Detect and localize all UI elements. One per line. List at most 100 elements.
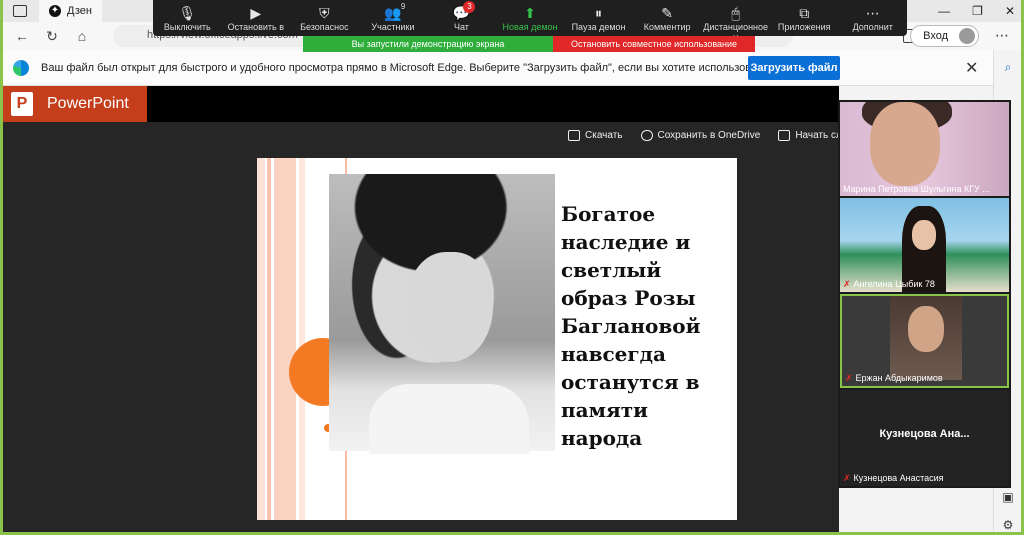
- participant-name-text: Ержан Абдыкаримов: [855, 373, 943, 383]
- participant-tile-active[interactable]: ✗ Ержан Абдыкаримов: [840, 294, 1009, 388]
- portrait-face: [407, 252, 493, 362]
- zoom-button-apps[interactable]: ⧉ Приложения: [770, 0, 839, 36]
- settings-icon[interactable]: ⚙: [1001, 518, 1015, 532]
- zoom-button-label: Дополнит: [852, 22, 893, 32]
- zoom-button-label: Остановить в: [227, 22, 285, 32]
- participant-name-text: Марина Петровна Шульгина КГУ ...: [843, 184, 990, 194]
- zoom-toolbar: 🎙 Выключить ▶ Остановить в ⛨ Безопаснос 👥 9 Учас…: [153, 0, 907, 42]
- tab-actions-icon[interactable]: [13, 5, 27, 17]
- zoom-button-people[interactable]: 👥 9 Участники: [359, 0, 428, 36]
- zoom-button-label: Выключить: [163, 22, 211, 32]
- zoom-button-mic[interactable]: 🎙 Выключить: [153, 0, 222, 36]
- save-onedrive-action[interactable]: Сохранить в OneDrive: [640, 130, 760, 141]
- participant-name: ✗ Кузнецова Анастасия: [843, 473, 944, 484]
- viewer-actions: Скачать Сохранить в OneDrive Начать слай…: [568, 130, 859, 141]
- shield-icon: ⛨: [319, 5, 330, 21]
- edge-icon: [13, 59, 29, 76]
- refresh-icon[interactable]: ↻: [41, 28, 63, 45]
- presentation-icon: [778, 130, 791, 141]
- download-action[interactable]: Скачать: [568, 130, 623, 141]
- zoom-button-label: Новая демон: [502, 22, 558, 32]
- participant-count: 9: [400, 2, 406, 11]
- slide-text: Богатое наследие и светлый образ Розы Ба…: [561, 202, 701, 450]
- powerpoint-header: P PowerPoint: [3, 86, 839, 122]
- notification-text: Ваш файл был открыт для быстрого и удобн…: [41, 61, 824, 74]
- avatar-icon: [959, 28, 975, 44]
- more-icon[interactable]: ⋯: [995, 27, 1009, 44]
- zoom-button-pen[interactable]: ✎ Комментир: [633, 0, 702, 36]
- zoom-button-share[interactable]: ⬆ Новая демон: [496, 0, 565, 36]
- mouse-icon: 🖱: [731, 5, 740, 21]
- dzen-icon: ✦: [49, 5, 61, 17]
- participant-tile[interactable]: ✗ Ангелина Цыбик 78: [840, 198, 1009, 292]
- participant-placeholder-name: Кузнецова Ана...: [879, 428, 970, 440]
- participant-face: [870, 102, 940, 186]
- slide-stripe: [267, 158, 271, 520]
- sidebar-layout-icon[interactable]: ▣: [1001, 490, 1015, 504]
- people-icon: 👥: [384, 5, 402, 21]
- zoom-button-label: Комментир: [643, 22, 691, 32]
- slide: Богатое наследие и светлый образ Розы Ба…: [257, 158, 737, 520]
- search-icon[interactable]: ⌕: [1001, 60, 1015, 74]
- pause-icon: ⏸: [595, 5, 603, 21]
- zoom-button-label: Пауза демон: [571, 22, 626, 32]
- download-file-button[interactable]: Загрузить файл: [748, 56, 840, 80]
- mic-muted-icon: ✗: [845, 373, 853, 383]
- participant-name: ✗ Ангелина Цыбик 78: [843, 279, 935, 290]
- zoom-button-more[interactable]: ⋯ Дополнит: [838, 0, 907, 36]
- zoom-button-mouse[interactable]: 🖱Дистанционное у: [701, 0, 770, 42]
- cloud-icon: [640, 130, 653, 141]
- slide-stripe: [257, 158, 265, 520]
- share-status-bar: Вы запустили демонстрацию экрана Останов…: [303, 36, 755, 52]
- zoom-button-chat[interactable]: 💬 3 Чат: [427, 0, 496, 36]
- screen: ✦ Дзен — ❐ ✕ ← ↻ ⌂ https://view.officeap…: [0, 0, 1024, 535]
- minimize-icon[interactable]: —: [938, 4, 950, 18]
- powerpoint-logo-icon: P: [11, 92, 33, 116]
- login-button[interactable]: Вход: [910, 25, 979, 47]
- video-icon: ▶: [250, 5, 262, 21]
- chat-icon: 💬: [452, 5, 471, 21]
- share-icon: ⬆: [524, 5, 536, 21]
- back-icon[interactable]: ←: [11, 28, 33, 44]
- zoom-button-shield[interactable]: ⛨ Безопаснос: [290, 0, 359, 36]
- slide-stripe: [274, 158, 296, 520]
- participant-face: [912, 220, 936, 250]
- download-icon: [568, 130, 580, 141]
- app-name: PowerPoint: [47, 95, 129, 112]
- pen-icon: ✎: [661, 5, 673, 21]
- close-notification-icon[interactable]: ✕: [965, 58, 978, 78]
- slide-viewer: Скачать Сохранить в OneDrive Начать слай…: [3, 122, 859, 532]
- close-icon[interactable]: ✕: [1005, 4, 1015, 18]
- share-notice: Вы запустили демонстрацию экрана: [303, 36, 553, 52]
- login-label: Вход: [923, 30, 948, 42]
- participant-face: [908, 306, 944, 352]
- more-icon: ⋯: [865, 5, 880, 21]
- apps-icon: ⧉: [799, 5, 810, 21]
- home-icon[interactable]: ⌂: [71, 28, 93, 44]
- portrait-collar: [369, 384, 529, 454]
- zoom-button-label: Чат: [453, 22, 469, 32]
- participant-name-text: Ангелина Цыбик 78: [853, 279, 935, 289]
- participant-name-text: Кузнецова Анастасия: [853, 473, 944, 483]
- edge-notification: Ваш файл был открыт для быстрого и удобн…: [3, 50, 993, 86]
- zoom-button-label: Приложения: [777, 22, 831, 32]
- browser-tab[interactable]: ✦ Дзен: [39, 0, 102, 22]
- participant-tile[interactable]: Марина Петровна Шульгина КГУ ...: [840, 102, 1009, 196]
- powerpoint-brand: P PowerPoint: [3, 86, 147, 122]
- mic-muted-icon: ✗: [843, 279, 851, 289]
- window-controls: — ❐ ✕: [938, 0, 1015, 22]
- zoom-button-pause[interactable]: ⏸ Пауза демон: [564, 0, 633, 36]
- tab-title: Дзен: [67, 5, 92, 17]
- participants-panel: Марина Петровна Шульгина КГУ ... ✗ Ангели…: [838, 100, 1011, 488]
- mic-icon: 🎙: [178, 5, 197, 21]
- maximize-icon[interactable]: ❐: [972, 4, 983, 18]
- mic-muted-icon: ✗: [843, 473, 851, 483]
- zoom-button-label: Безопаснос: [300, 22, 349, 32]
- zoom-button-video[interactable]: ▶ Остановить в: [222, 0, 291, 36]
- participant-name: ✗ Ержан Абдыкаримов: [845, 373, 943, 384]
- participant-name: Марина Петровна Шульгина КГУ ...: [843, 184, 990, 194]
- participant-tile[interactable]: Кузнецова Ана... ✗ Кузнецова Анастасия: [840, 390, 1009, 486]
- zoom-button-label: Участники: [371, 22, 415, 32]
- stop-share-button[interactable]: Остановить совместное использование: [553, 36, 755, 52]
- download-label: Скачать: [585, 130, 623, 141]
